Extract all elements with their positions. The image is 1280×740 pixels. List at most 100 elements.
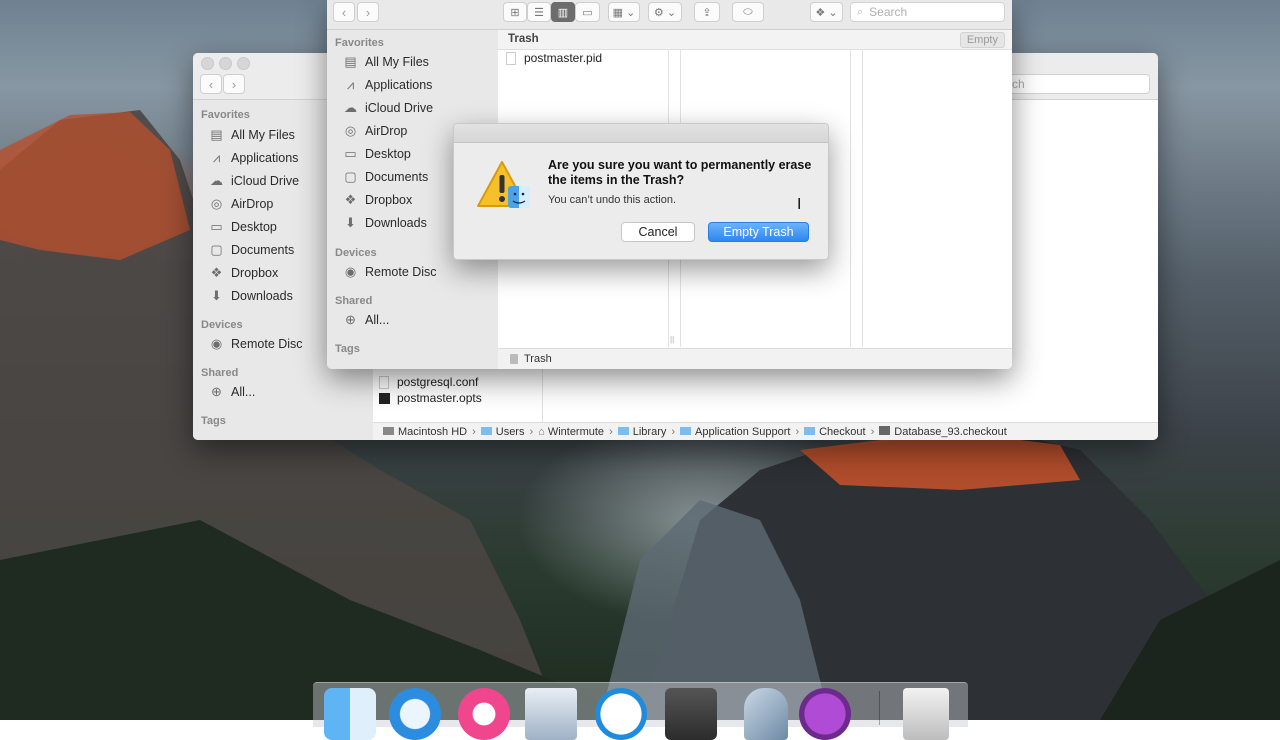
location-title: Trash [508, 33, 539, 45]
tag-button[interactable]: ⬭ [732, 2, 764, 22]
finder-icon[interactable] [324, 688, 376, 740]
sidebar-item-documents[interactable]: ▢ Documents [209, 240, 294, 260]
list-item[interactable]: postgresql.conf [379, 375, 478, 389]
terminal-doc-icon [379, 392, 390, 404]
sidebar-item-all-my-files[interactable]: ▤ All My Files [343, 52, 429, 72]
search-field[interactable]: ⌕ Search [850, 2, 1005, 22]
empty-trash-button[interactable]: Empty Trash [708, 222, 809, 242]
path-item[interactable]: Users [480, 426, 524, 438]
file-name: postmaster.pid [524, 51, 603, 65]
sidebar-item-desktop[interactable]: ▭ Desktop [343, 144, 411, 164]
path-item[interactable]: Trash [510, 353, 552, 365]
desktop-icon: ▭ [210, 219, 223, 234]
sidebar-item-applications[interactable]: ⩘ Applications [209, 148, 299, 168]
favorites-header: Favorites [335, 37, 384, 49]
sidebar-item-airdrop[interactable]: ◎ AirDrop [343, 121, 408, 141]
ruler-icon[interactable] [744, 688, 788, 740]
icloud-icon: ☁ [210, 173, 223, 188]
path-item[interactable]: Library [617, 426, 666, 438]
document-icon [506, 51, 516, 65]
path-item[interactable]: Database_93.checkout [879, 425, 1007, 438]
cancel-button[interactable]: Cancel [621, 222, 695, 242]
arrange-button[interactable]: ▦ ⌄ [608, 2, 640, 22]
sidebar-item-label: Remote Disc [231, 337, 303, 351]
list-view-button[interactable]: ☰ [527, 2, 551, 22]
action-gear-button[interactable]: ⚙ ⌄ [648, 2, 682, 22]
sidebar-item-label: Dropbox [231, 266, 279, 280]
forward-button[interactable]: › [223, 74, 245, 94]
share-button[interactable]: ⇪ [694, 2, 720, 22]
sidebar-item-icloud-drive[interactable]: ☁ iCloud Drive [209, 171, 299, 191]
trash-icon[interactable] [903, 688, 949, 740]
hard-drive-icon [383, 426, 394, 435]
column-view-button[interactable]: ▥ [551, 2, 575, 22]
list-item[interactable]: postmaster.pid [506, 51, 602, 65]
imovie-icon[interactable] [799, 688, 851, 740]
document-icon [379, 375, 389, 389]
sidebar-item-dropbox[interactable]: ❖ Dropbox [209, 263, 279, 283]
close-button[interactable] [201, 57, 214, 70]
sidebar-item-icloud-drive[interactable]: ☁ iCloud Drive [343, 98, 433, 118]
sidebar-item-desktop[interactable]: ▭ Desktop [209, 217, 277, 237]
back-button[interactable]: ‹ [333, 2, 355, 22]
downloads-icon: ⬇ [211, 288, 222, 303]
sidebar-item-label: Downloads [365, 216, 427, 230]
search-icon: ⌕ [857, 5, 864, 18]
folder-icon [617, 426, 629, 435]
path-bar: Trash [498, 348, 1012, 369]
sidebar-item-downloads[interactable]: ⬇ Downloads [343, 213, 427, 233]
empty-trash-inline-button[interactable]: Empty [959, 32, 1005, 48]
home-icon: ⌂ [538, 425, 545, 438]
folder-icon [804, 426, 816, 435]
icon-view-button[interactable]: ⊞ [503, 2, 527, 22]
mail-icon[interactable] [595, 688, 647, 740]
sidebar-item-label: Dropbox [365, 193, 413, 207]
sidebar-item-airdrop[interactable]: ◎ AirDrop [209, 194, 274, 214]
safari-icon[interactable] [389, 688, 441, 740]
gear-icon: ⚙ ⌄ [653, 6, 677, 19]
sidebar-item-documents[interactable]: ▢ Documents [343, 167, 428, 187]
sidebar-item-dropbox[interactable]: ❖ Dropbox [343, 190, 413, 210]
path-item[interactable]: Checkout [804, 426, 866, 438]
sidebar-item-all-shared[interactable]: ⊕ All... [343, 310, 389, 330]
sidebar-item-label: Documents [365, 170, 429, 184]
documents-icon: ▢ [344, 169, 357, 184]
path-item[interactable]: ⌂ Wintermute [538, 426, 604, 438]
package-icon [879, 425, 891, 435]
sidebar-item-applications[interactable]: ⩘ Applications [343, 75, 433, 95]
airdrop-icon: ◎ [210, 196, 223, 211]
preview-icon[interactable] [525, 688, 577, 740]
column-resize-handle[interactable]: || [670, 335, 674, 344]
desktop-icon: ▭ [344, 146, 357, 161]
cover-flow-button[interactable]: ▭ [575, 2, 600, 22]
sidebar-item-all-shared[interactable]: ⊕ All... [209, 382, 255, 402]
airdrop-icon: ◎ [344, 123, 357, 138]
sidebar-item-label: All My Files [365, 55, 429, 69]
back-button[interactable]: ‹ [200, 74, 222, 94]
sidebar-item-downloads[interactable]: ⬇ Downloads [209, 286, 293, 306]
path-item[interactable]: Macintosh HD [383, 426, 467, 438]
forward-button[interactable]: › [357, 2, 379, 22]
path-item[interactable]: Application Support [680, 426, 790, 438]
list-item[interactable]: postmaster.opts [379, 391, 482, 405]
minimize-button[interactable] [219, 57, 232, 70]
dropbox-icon: ❖ [344, 192, 357, 207]
sidebar-item-all-my-files[interactable]: ▤ All My Files [209, 125, 295, 145]
text-cursor-icon: Ι [797, 195, 802, 213]
zoom-button[interactable] [237, 57, 250, 70]
dialog-message: You can’t undo this action. [548, 194, 677, 206]
empty-trash-dialog[interactable]: Are you sure you want to permanently era… [453, 123, 829, 260]
dropbox-toolbar-button[interactable]: ❖ ⌄ [810, 2, 843, 22]
sidebar-item-remote-disc[interactable]: ◉ Remote Disc [209, 334, 303, 354]
sidebar-item-remote-disc[interactable]: ◉ Remote Disc [343, 262, 437, 282]
network-icon: ⊕ [345, 312, 356, 327]
sidebar-item-label: Desktop [365, 147, 411, 161]
file-name: postmaster.opts [397, 391, 482, 405]
sidebar-item-label: Applications [231, 151, 299, 165]
itunes-icon[interactable] [458, 688, 510, 740]
applications-icon: ⩘ [346, 77, 355, 92]
sidebar-item-label: iCloud Drive [365, 101, 434, 115]
folder-icon [680, 426, 692, 435]
search-field[interactable]: ch [1005, 74, 1150, 94]
sublime-text-icon[interactable] [665, 688, 717, 740]
